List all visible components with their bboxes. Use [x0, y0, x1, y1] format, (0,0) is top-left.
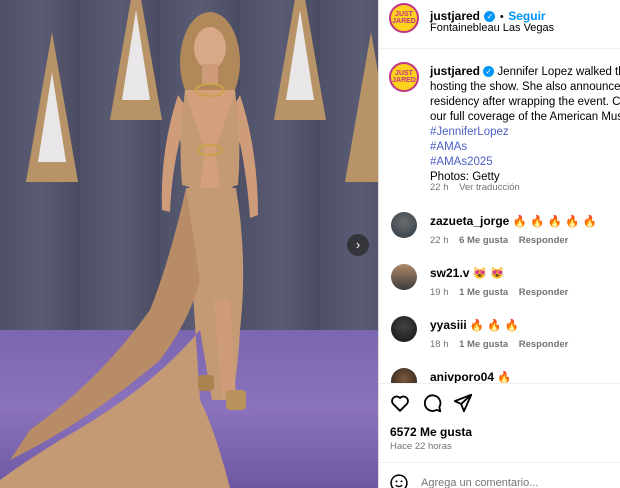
caption-author-username[interactable]: justjared — [430, 64, 480, 78]
hashtag-link[interactable]: #AMAs — [430, 140, 620, 155]
reply-button[interactable]: Responder — [519, 235, 569, 246]
hashtag-link[interactable]: #AMAs2025 — [430, 155, 620, 170]
hashtag-link[interactable]: #JenniferLopez — [430, 125, 620, 140]
verified-icon: ✓ — [483, 66, 495, 77]
heart-icon[interactable] — [389, 392, 411, 414]
caption-line: hosting the show. She also announced — [430, 81, 620, 93]
comment-meta: 19 h 1 Me gusta Responder — [430, 287, 568, 298]
reply-button[interactable]: Responder — [519, 339, 569, 350]
next-arrow-icon[interactable]: › — [347, 234, 369, 256]
likes-count[interactable]: 6572 Me gusta — [390, 425, 472, 439]
comment-text: 😻 😻 — [472, 268, 505, 280]
reply-button[interactable]: Responder — [519, 287, 569, 298]
comment-body: sw21.v 😻 😻 — [430, 266, 504, 280]
comment-body: anivporo04 🔥 — [430, 370, 512, 384]
avatar-logo-text: JUST JARED — [392, 11, 416, 25]
comment-likes[interactable]: 6 Me gusta — [459, 235, 508, 246]
comment-likes[interactable]: 1 Me gusta — [459, 287, 508, 298]
input-divider — [379, 462, 620, 463]
post-caption: justjared ✓ Jennifer Lopez walked the r … — [430, 64, 620, 185]
commenter-username[interactable]: zazueta_jorge — [430, 214, 509, 228]
caption-line: our full coverage of the American Music — [430, 111, 620, 123]
comment-time[interactable]: 18 h — [430, 339, 449, 350]
person-in-gown — [0, 12, 258, 488]
comment-body: zazueta_jorge 🔥 🔥 🔥 🔥 🔥 — [430, 214, 597, 228]
comment-body: yyasiii 🔥 🔥 🔥 — [430, 318, 519, 332]
commenter-avatar[interactable] — [391, 316, 417, 342]
author-username[interactable]: justjared — [430, 9, 480, 23]
posted-time: Hace 22 horas — [390, 441, 452, 452]
translate-link[interactable]: Ver traducción — [459, 182, 520, 193]
follow-button[interactable]: Seguir — [508, 9, 545, 23]
comment-input[interactable] — [421, 474, 611, 488]
comment-likes[interactable]: 1 Me gusta — [459, 339, 508, 350]
comment-meta: 18 h 1 Me gusta Responder — [430, 339, 568, 350]
verified-icon: ✓ — [484, 11, 496, 22]
caption-line: residency after wrapping the event. Che — [430, 96, 620, 108]
caption-line: Jennifer Lopez walked the r — [497, 66, 620, 78]
emoji-icon[interactable] — [389, 473, 409, 488]
author-avatar[interactable]: JUST JARED — [389, 3, 419, 33]
comment-text: 🔥 🔥 🔥 🔥 🔥 — [512, 216, 597, 228]
header-divider — [379, 48, 620, 49]
commenter-avatar[interactable] — [391, 212, 417, 238]
share-icon[interactable] — [452, 392, 474, 414]
actions-bar: 6572 Me gusta Hace 22 horas — [379, 383, 620, 488]
comment-icon[interactable] — [421, 392, 443, 414]
commenter-username[interactable]: anivporo04 — [430, 370, 494, 384]
caption-meta: 22 h Ver traducción — [430, 182, 520, 193]
comment-time[interactable]: 19 h — [430, 287, 449, 298]
commenter-avatar[interactable] — [391, 264, 417, 290]
caption-time[interactable]: 22 h — [430, 182, 449, 193]
post-side-panel: JUST JARED justjared ✓ • Seguir Fontaine… — [379, 0, 620, 488]
comment-text: 🔥 🔥 🔥 — [469, 320, 520, 332]
commenter-username[interactable]: sw21.v — [430, 266, 469, 280]
post-photo[interactable]: › — [0, 0, 378, 488]
avatar-logo-text: JUST JARED — [392, 70, 416, 84]
comment-time[interactable]: 22 h — [430, 235, 449, 246]
caption-author-avatar[interactable]: JUST JARED — [389, 62, 419, 92]
comment-meta: 22 h 6 Me gusta Responder — [430, 235, 568, 246]
commenter-username[interactable]: yyasiii — [430, 318, 467, 332]
post-location[interactable]: Fontainebleau Las Vegas — [430, 22, 554, 34]
